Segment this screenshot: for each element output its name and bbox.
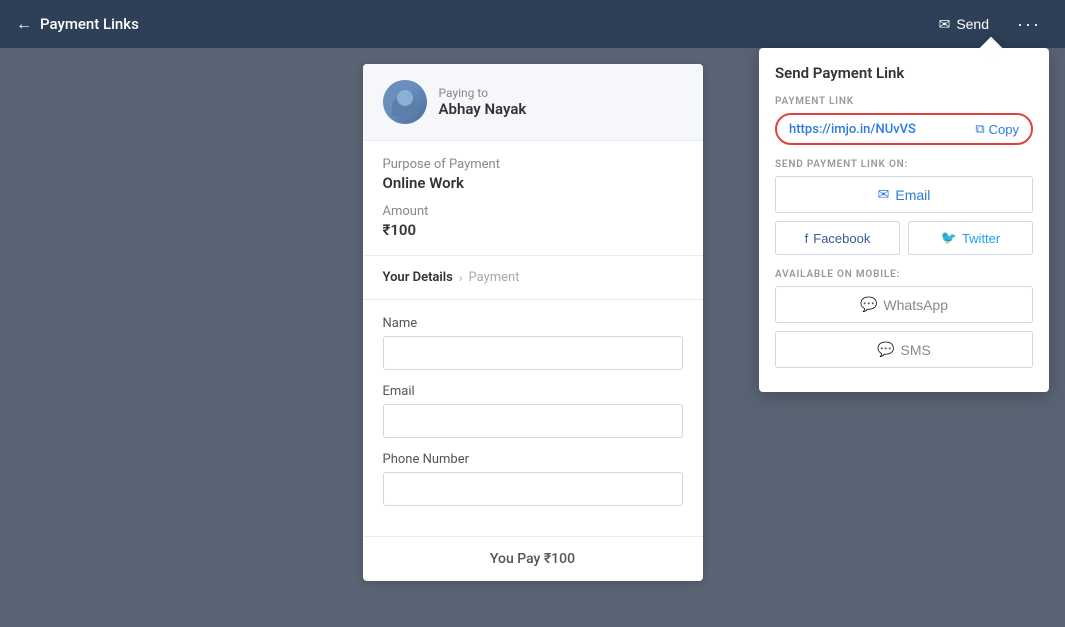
send-on-label: SEND PAYMENT LINK ON: [775, 159, 1033, 170]
steps-breadcrumb: Your Details › Payment [363, 256, 703, 300]
send-button[interactable]: ✉ Send [931, 12, 997, 37]
send-on-section: SEND PAYMENT LINK ON: ✉ Email f Facebook… [775, 159, 1033, 255]
payment-link-url: https://imjo.in/NUvVS [789, 122, 916, 137]
email-icon: ✉ [878, 186, 890, 203]
paying-to-label: Paying to [439, 86, 527, 100]
paying-to-section: Paying to Abhay Nayak [363, 64, 703, 141]
name-input[interactable] [383, 336, 683, 370]
email-field-group: Email [383, 384, 683, 438]
back-navigation[interactable]: ← Payment Links [16, 14, 139, 34]
email-label: Email [383, 384, 683, 399]
copy-button[interactable]: ⧉ Copy [975, 121, 1019, 137]
you-pay-text: You Pay ₹100 [490, 551, 575, 567]
purpose-label: Purpose of Payment [383, 157, 683, 172]
whatsapp-icon: 💬 [860, 296, 877, 313]
phone-input[interactable] [383, 472, 683, 506]
facebook-icon: f [805, 231, 809, 246]
form-section: Name Email Phone Number [363, 300, 703, 536]
send-panel-title: Send Payment Link [775, 64, 1033, 82]
envelope-icon: ✉ [939, 16, 951, 33]
email-input[interactable] [383, 404, 683, 438]
payment-card: Paying to Abhay Nayak Purpose of Payment… [363, 64, 703, 581]
header-actions: ✉ Send ··· [931, 10, 1049, 39]
sms-button[interactable]: 💬 SMS [775, 331, 1033, 368]
paying-to-text: Paying to Abhay Nayak [439, 86, 527, 118]
payment-footer: You Pay ₹100 [363, 536, 703, 581]
header: ← Payment Links ✉ Send ··· [0, 0, 1065, 48]
amount-row: Amount ₹100 [383, 204, 683, 239]
chevron-right-icon: › [459, 271, 463, 285]
phone-label: Phone Number [383, 452, 683, 467]
link-row: https://imjo.in/NUvVS ⧉ Copy [775, 113, 1033, 145]
link-section-label: PAYMENT LINK [775, 96, 1033, 107]
twitter-icon: 🐦 [941, 230, 957, 246]
step-your-details: Your Details [383, 270, 453, 285]
sms-icon: 💬 [877, 341, 894, 358]
social-buttons-row: f Facebook 🐦 Twitter [775, 221, 1033, 255]
step-payment: Payment [468, 270, 519, 285]
email-send-button[interactable]: ✉ Email [775, 176, 1033, 213]
back-arrow-icon: ← [16, 14, 32, 34]
payment-details-section: Purpose of Payment Online Work Amount ₹1… [363, 141, 703, 256]
avatar-image [383, 80, 427, 124]
main-content: Paying to Abhay Nayak Purpose of Payment… [0, 48, 1065, 627]
mobile-label: AVAILABLE ON MOBILE: [775, 269, 1033, 280]
twitter-button[interactable]: 🐦 Twitter [908, 221, 1033, 255]
facebook-button[interactable]: f Facebook [775, 221, 900, 255]
avatar [383, 80, 427, 124]
purpose-value: Online Work [383, 174, 683, 192]
purpose-row: Purpose of Payment Online Work [383, 157, 683, 192]
paying-to-name: Abhay Nayak [439, 100, 527, 118]
header-title: Payment Links [40, 15, 139, 33]
link-section: PAYMENT LINK https://imjo.in/NUvVS ⧉ Cop… [775, 96, 1033, 145]
amount-label: Amount [383, 204, 683, 219]
name-label: Name [383, 316, 683, 331]
send-payment-panel: Send Payment Link PAYMENT LINK https://i… [759, 48, 1049, 392]
whatsapp-button[interactable]: 💬 WhatsApp [775, 286, 1033, 323]
name-field-group: Name [383, 316, 683, 370]
copy-icon: ⧉ [975, 121, 984, 137]
phone-field-group: Phone Number [383, 452, 683, 506]
amount-value: ₹100 [383, 221, 683, 239]
more-options-button[interactable]: ··· [1009, 10, 1049, 39]
mobile-section: AVAILABLE ON MOBILE: 💬 WhatsApp 💬 SMS [775, 269, 1033, 368]
